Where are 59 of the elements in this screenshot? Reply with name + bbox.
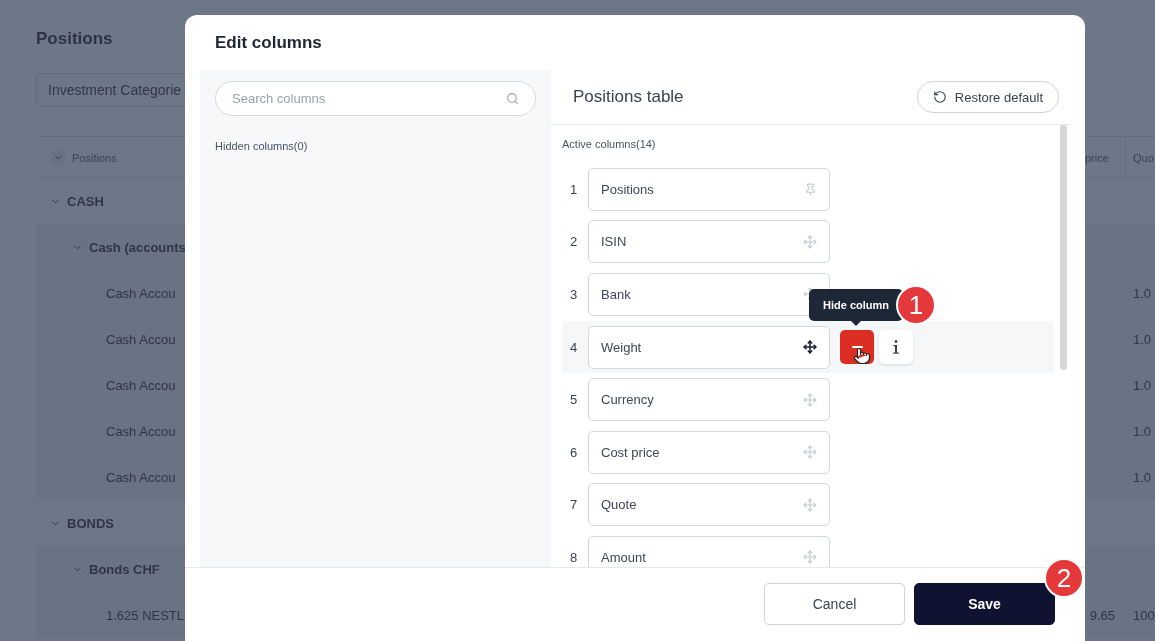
row-number: 4 [570, 339, 578, 355]
table-cell-text: 1.0 [1132, 331, 1153, 347]
column-item[interactable]: Positions [588, 167, 830, 211]
position-name: Cash Accou [106, 331, 176, 347]
position-name: Cash (accounts [89, 239, 186, 255]
collapse-all-icon[interactable] [50, 149, 66, 166]
row-number: 6 [570, 444, 578, 460]
column-item[interactable]: Weight [588, 325, 830, 369]
column-item[interactable]: ISIN [588, 220, 830, 264]
position-name: 1.625 NESTL [106, 607, 185, 623]
row-number: 3 [570, 287, 578, 302]
column-name: ISIN [601, 234, 627, 250]
position-name: BONDS [67, 515, 114, 531]
table-cell-text: 1.0 [1132, 423, 1153, 439]
page-title: Positions [36, 28, 113, 50]
hidden-columns-label: Hidden columns(0) [215, 139, 309, 153]
move-icon[interactable] [803, 340, 817, 355]
column-item[interactable]: Amount [588, 535, 830, 567]
position-name: CASH [67, 193, 104, 209]
position-name: Cash Accou [106, 423, 176, 439]
table-cell-text: 100 [1132, 607, 1155, 623]
column-name: Cost price [601, 444, 660, 460]
search-icon [506, 92, 519, 105]
panel-title: Positions table [573, 87, 684, 107]
position-name: Cash Accou [106, 285, 176, 301]
info-button[interactable] [879, 330, 913, 365]
column-name: Bank [601, 287, 631, 302]
column-name: Amount [601, 549, 646, 565]
position-name: Bonds CHF [89, 561, 160, 577]
active-columns-label: Active columns(14) [562, 137, 657, 151]
cancel-button[interactable]: Cancel [764, 583, 905, 625]
column-name: Currency [601, 392, 654, 408]
row-number: 1 [570, 181, 578, 197]
column-name: Positions [601, 181, 654, 197]
column-item[interactable]: Cost price [588, 430, 830, 474]
row-number: 7 [570, 497, 578, 513]
minus-icon [851, 346, 863, 349]
position-name: Cash Accou [106, 377, 176, 393]
row-number: 5 [570, 392, 578, 408]
save-button[interactable]: Save [914, 583, 1055, 625]
undo-icon [932, 90, 947, 104]
row-number: 2 [570, 234, 578, 250]
restore-default-button[interactable]: Restore default [916, 81, 1059, 113]
row-number: 8 [570, 549, 578, 565]
dialog-title: Edit columns [214, 31, 323, 54]
search-field[interactable]: Search columns [215, 81, 536, 116]
scrollbar-thumb[interactable] [1060, 125, 1067, 370]
column-name: Quote [601, 497, 637, 513]
hand-cursor-icon [853, 347, 871, 366]
pin-icon[interactable] [804, 182, 817, 196]
table-cell-text: 1.0 [1132, 285, 1153, 301]
column-name: Weight [601, 339, 642, 355]
table-cell-text: 1.0 [1132, 377, 1153, 393]
table-cell-text: 1.0 [1132, 469, 1153, 485]
column-item[interactable]: Quote [588, 483, 830, 527]
info-icon [892, 339, 900, 356]
column-item[interactable]: Currency [588, 378, 830, 422]
table-cell-text: 9.65 [1088, 607, 1116, 623]
position-name: Cash Accou [106, 469, 176, 485]
